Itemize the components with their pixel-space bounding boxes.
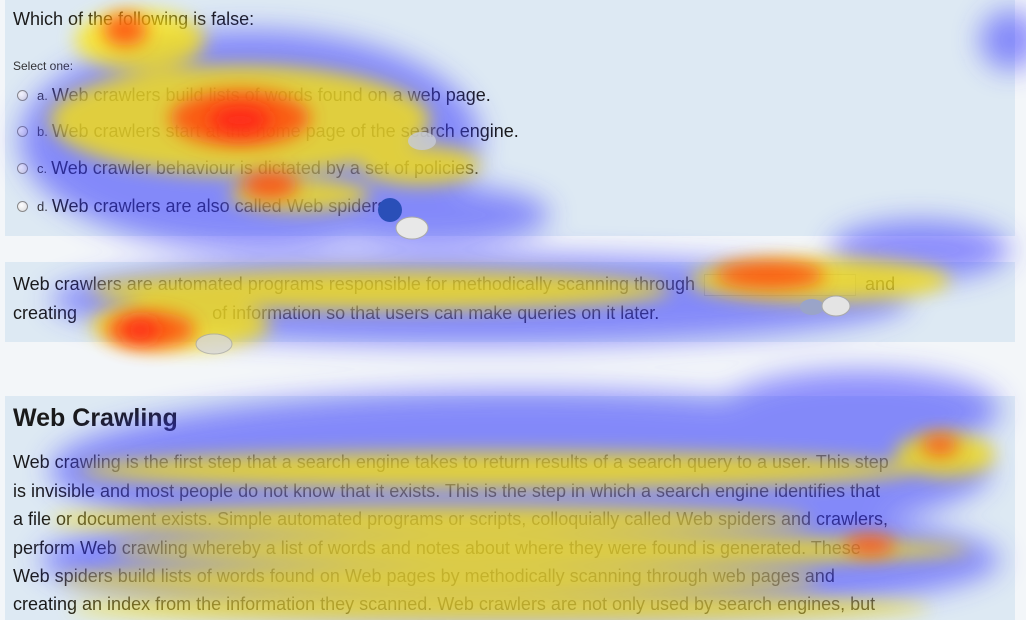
paragraph-line: Web crawling is the first step that a se… — [13, 452, 889, 472]
select-one-label: Select one: — [13, 59, 74, 73]
option-letter: c. — [37, 160, 48, 176]
cloze-text-4: of information so that users can make qu… — [212, 303, 660, 323]
option-text: Web crawlers are also called Web spiders… — [51, 195, 392, 216]
section-heading: Web Crawling — [13, 404, 178, 432]
radio-button-d[interactable] — [17, 200, 28, 212]
option-text: Web crawlers start at the home page of t… — [51, 120, 519, 141]
cloze-text-3: creating — [13, 303, 78, 323]
option-text: Web crawler behaviour is dictated by a s… — [51, 157, 480, 178]
paragraph-line: Web spiders build lists of words found o… — [13, 566, 835, 586]
paragraph-line: a file or document exists. Simple automa… — [13, 509, 889, 529]
content-section-panel: Web Crawling Web crawling is the first s… — [5, 396, 1015, 620]
paragraph-line: creating an index from the information t… — [13, 594, 876, 614]
paragraph-line: perform Web crawling whereby a list of w… — [13, 538, 861, 558]
cloze-line-1: Web crawlers are automated programs resp… — [13, 274, 896, 297]
option-text: Web crawlers build lists of words found … — [51, 84, 491, 105]
radio-button-c[interactable] — [17, 162, 28, 174]
radio-button-b[interactable] — [17, 125, 28, 137]
option-letter: a. — [37, 87, 48, 103]
option-letter: d. — [37, 198, 48, 214]
option-letter: b. — [37, 123, 48, 139]
blank-answer-field-1[interactable] — [82, 304, 207, 324]
eye-tracking-heatmap-screenshot: Which of the following is false: Select … — [0, 0, 1026, 620]
cloze-text-1: Web crawlers are automated programs resp… — [13, 274, 696, 294]
question-text: Which of the following is false: — [13, 9, 255, 29]
cloze-text-2: and — [865, 274, 896, 294]
quiz-question-panel: Which of the following is false: Select … — [5, 0, 1015, 236]
answer-option-c[interactable]: c. Web crawler behaviour is dictated by … — [17, 157, 479, 179]
answer-option-d[interactable]: d. Web crawlers are also called Web spid… — [17, 195, 391, 217]
radio-button-a[interactable] — [17, 89, 28, 101]
answer-option-b[interactable]: b. Web crawlers start at the home page o… — [17, 120, 519, 142]
fill-in-blank-panel: Web crawlers are automated programs resp… — [5, 262, 1015, 342]
blank-answer-field-2[interactable] — [704, 274, 857, 297]
cloze-line-2: creating of information so that users ca… — [13, 303, 659, 324]
paragraph-line: is invisible and most people do not know… — [13, 481, 881, 501]
answer-option-a[interactable]: a. Web crawlers build lists of words fou… — [17, 84, 491, 106]
